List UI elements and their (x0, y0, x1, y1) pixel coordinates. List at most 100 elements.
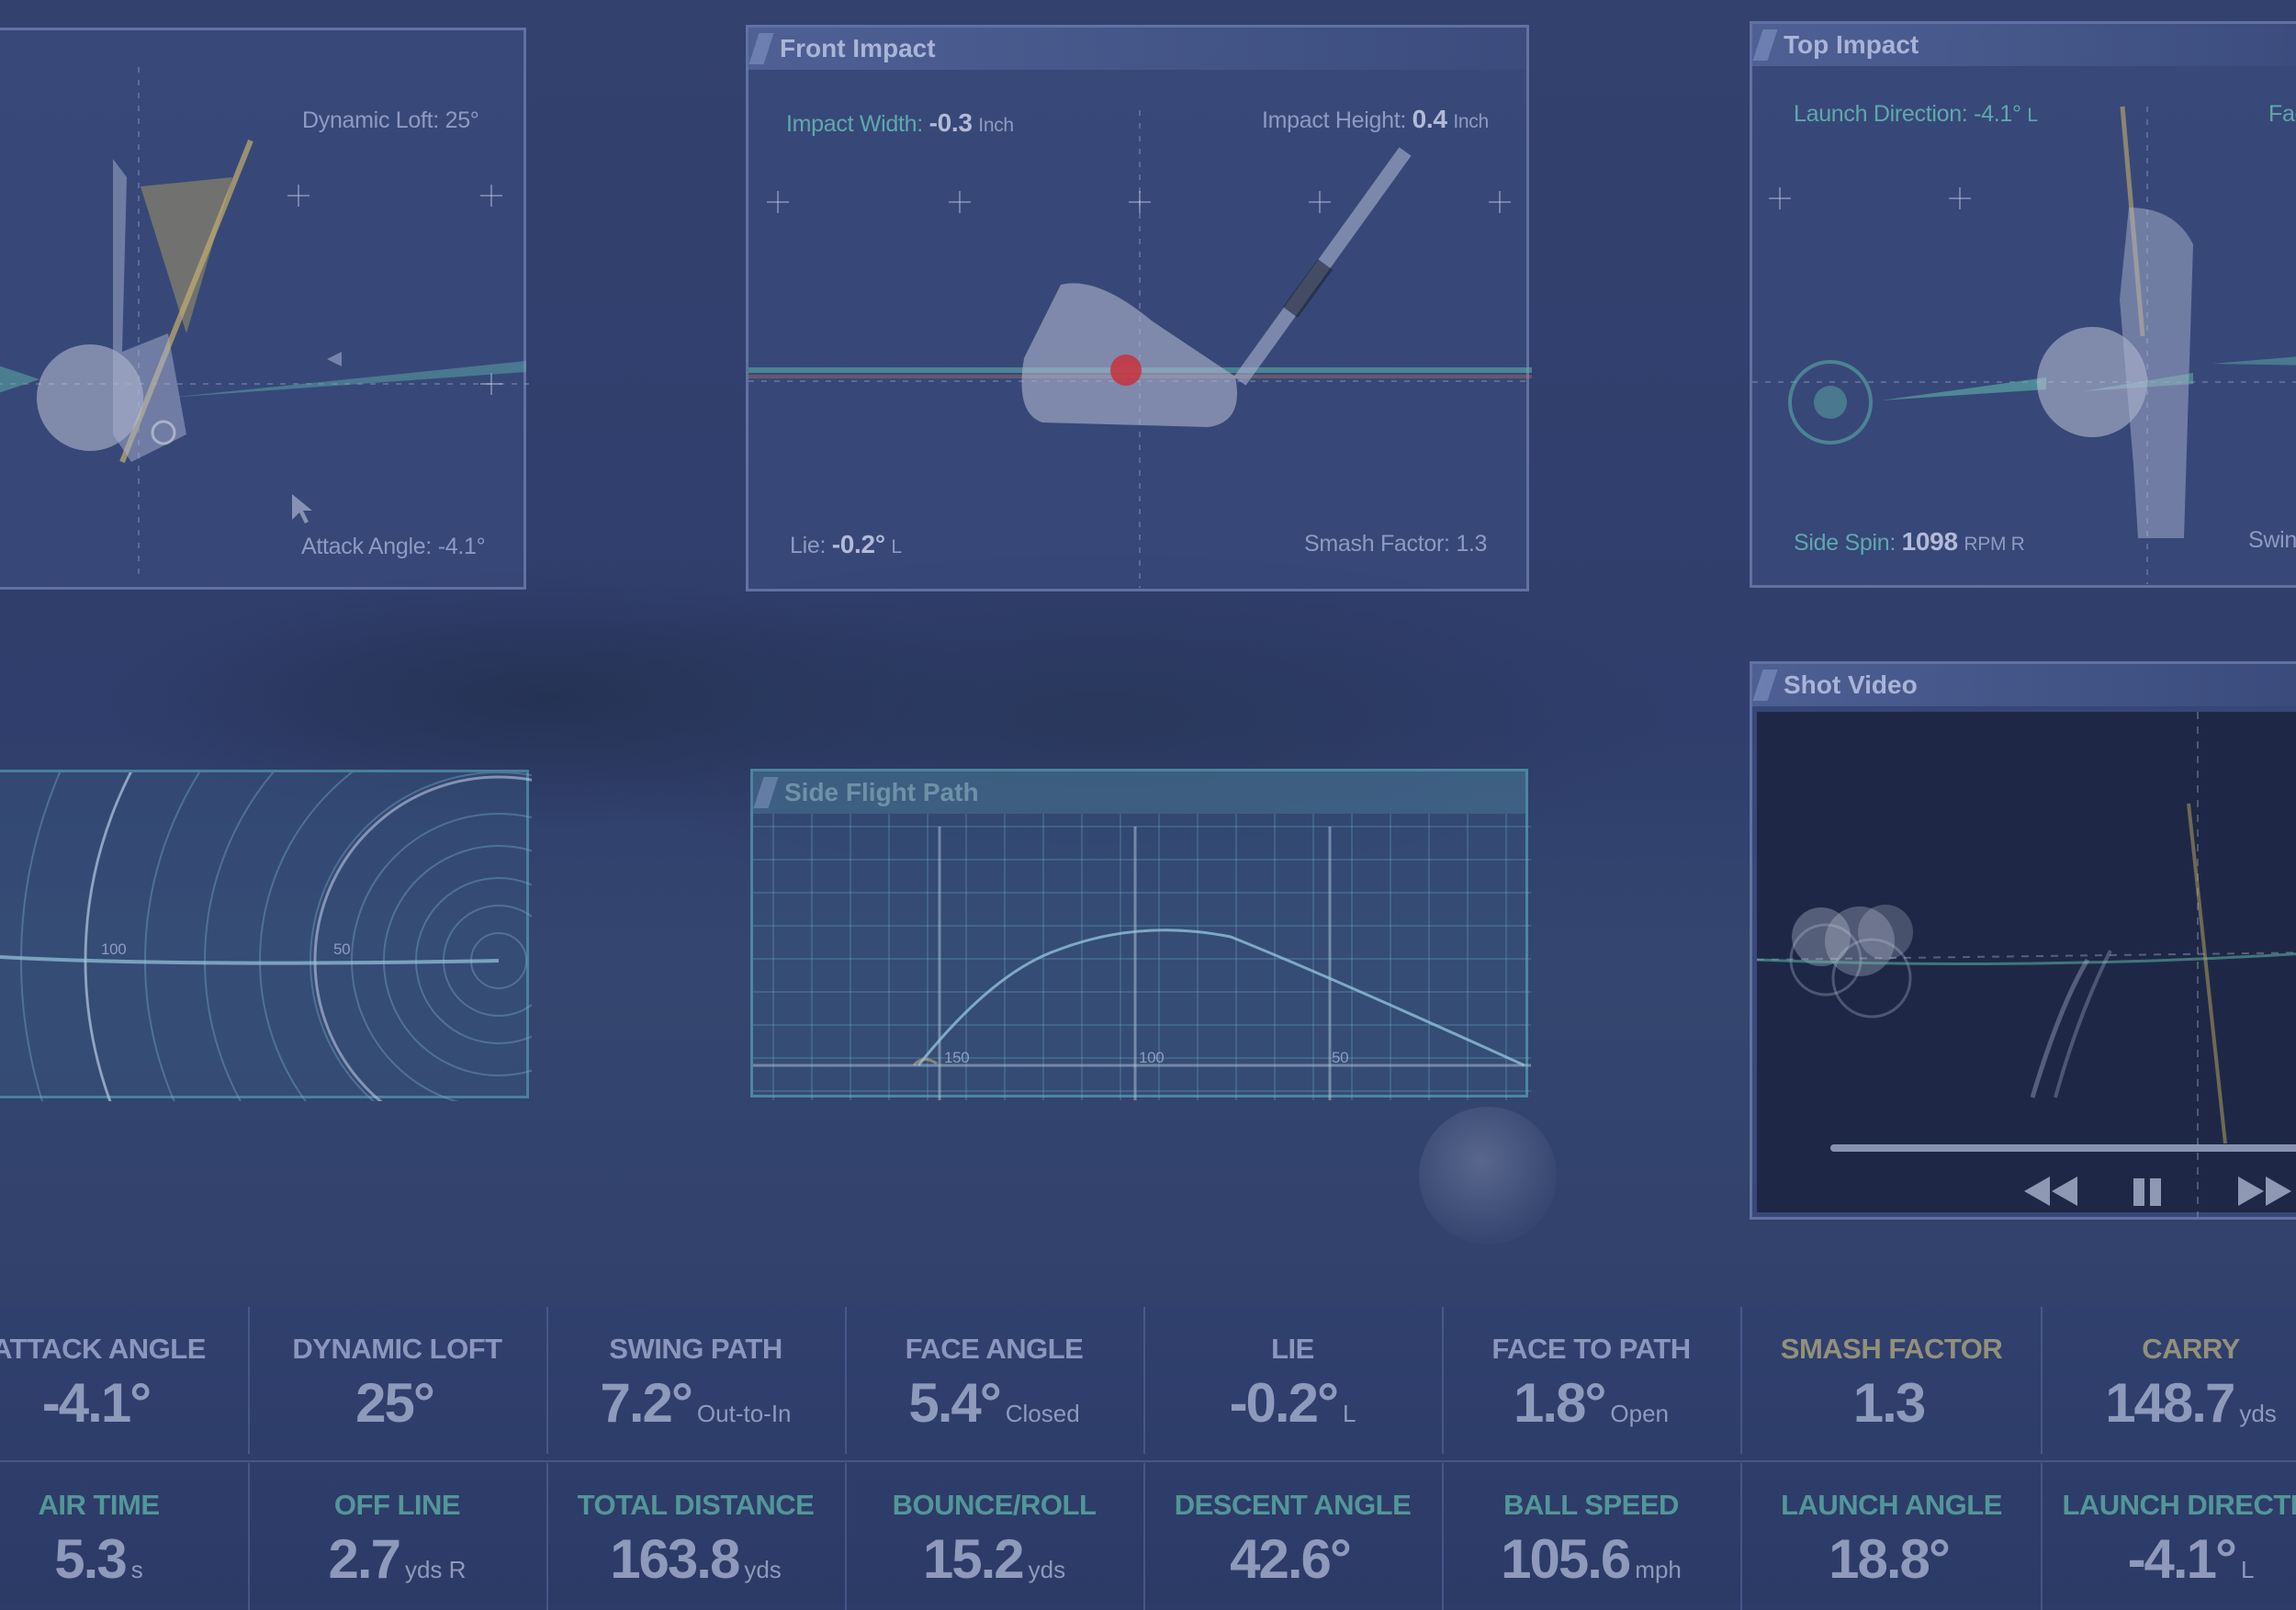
fast-forward-button[interactable] (2236, 1171, 2295, 1211)
rewind-button[interactable] (2020, 1171, 2079, 1211)
stat-label: SMASH FACTOR (1780, 1333, 2003, 1365)
stat-value: -4.1° (2127, 1528, 2237, 1590)
stat-label: LAUNCH ANGLE (1781, 1489, 2002, 1521)
stat-value-group: 7.2° Out-to-In (546, 1371, 845, 1435)
stat-unit: L (2240, 1556, 2255, 1583)
stat-value-group: 5.3 s (0, 1527, 248, 1591)
stat-label: LAUNCH DIRECTIO (2062, 1489, 2296, 1521)
stat-value: 18.8° (1829, 1528, 1951, 1590)
side-spin-unit: RPM R (1964, 534, 2025, 555)
stat-face-to-path: FACE TO PATH 1.8° Open (1442, 1307, 1742, 1454)
impact-width-readout: Impact Width: -0.3 Inch (786, 108, 1014, 138)
stat-unit: yds (2239, 1400, 2277, 1427)
stat-label: FACE ANGLE (905, 1333, 1084, 1365)
stat-value-group: 42.6° (1143, 1527, 1442, 1591)
smash-factor-label: Smash Factor: (1304, 531, 1450, 557)
stat-label: ATTACK ANGLE (0, 1333, 206, 1365)
stat-value: 2.7 (328, 1528, 401, 1590)
pause-button[interactable] (2128, 1171, 2168, 1211)
stat-unit: yds R (404, 1556, 467, 1583)
stat-descent-angle: DESCENT ANGLE 42.6° (1143, 1463, 1444, 1610)
stat-value: 1.3 (1852, 1372, 1926, 1434)
side-spin-label: Side Spin: (1794, 530, 1896, 556)
stat-smash-factor: SMASH FACTOR 1.3 (1742, 1307, 2043, 1454)
stat-value-group: 105.6 mph (1442, 1527, 1740, 1591)
pause-icon (2133, 1178, 2161, 1206)
side-flight-tick-150: 150 (944, 1049, 970, 1066)
stat-value: 42.6° (1230, 1528, 1352, 1590)
stat-unit: L (1342, 1400, 1356, 1427)
stat-label: DESCENT ANGLE (1174, 1489, 1412, 1521)
stat-label: LIE (1271, 1333, 1314, 1365)
attack-angle-label: Attack Angle: (301, 534, 433, 559)
impact-width-label: Impact Width: (786, 111, 923, 137)
top-flight-graphic (0, 772, 532, 1101)
impact-width-unit: Inch (978, 115, 1014, 136)
background-ball (1419, 1107, 1557, 1244)
fast-forward-icon (2238, 1177, 2291, 1206)
stat-total-distance: TOTAL DISTANCE 163.8 yds (546, 1463, 847, 1610)
stat-launch-angle: LAUNCH ANGLE 18.8° (1742, 1463, 2043, 1610)
stat-value: 148.7 (2105, 1372, 2235, 1434)
stat-unit: Closed (1005, 1400, 1080, 1427)
stat-label: BALL SPEED (1503, 1489, 1679, 1521)
stat-value: 105.6 (1501, 1528, 1631, 1590)
stat-label: CARRY (2142, 1333, 2240, 1365)
launch-direction-value: -4.1° (1974, 101, 2021, 127)
stat-label: FACE TO PATH (1491, 1333, 1691, 1365)
stat-value-group: -4.1° (0, 1371, 248, 1435)
stat-unit: Open (1610, 1400, 1669, 1427)
stat-carry: CARRY 148.7 yds (2042, 1307, 2296, 1454)
stat-unit: Out-to-In (696, 1400, 792, 1427)
video-scrub-bar[interactable] (1830, 1144, 2296, 1152)
stat-value: 1.8° (1513, 1372, 1606, 1434)
top-impact-panel: Top Impact Launch Direction: -4.1° L Fac… (1750, 21, 2296, 588)
stat-swing-path: SWING PATH 7.2° Out-to-In (546, 1307, 847, 1454)
stat-value: 163.8 (610, 1528, 740, 1590)
side-impact-panel: Dynamic Loft: 25° Attack Angle: -4.1° (0, 28, 529, 590)
stat-bounce-roll: BOUNCE/ROLL 15.2 yds (845, 1463, 1145, 1610)
stats-row-club: ATTACK ANGLE -4.1° DYNAMIC LOFT 25° SWING PA… (0, 1307, 2296, 1454)
stat-value: 5.3 (54, 1528, 127, 1590)
stat-label: SWING PATH (609, 1333, 782, 1365)
side-spin-value: 1098 (1901, 527, 1958, 556)
side-flight-panel: Side Flight Path 150 100 50 (750, 769, 1531, 1100)
stat-lie: LIE -0.2° L (1143, 1307, 1444, 1454)
stat-launch-directio: LAUNCH DIRECTIO -4.1° L (2042, 1463, 2296, 1610)
swing-label: Swing (2248, 527, 2296, 553)
swing-label-cut: Swing (2248, 527, 2296, 554)
stat-value-group: 15.2 yds (845, 1527, 1143, 1591)
stat-value: 5.4° (908, 1372, 1001, 1434)
stats-bar: ATTACK ANGLE -4.1° DYNAMIC LOFT 25° SWING PA… (0, 1307, 2296, 1610)
shot-video-panel: Shot Video (1750, 661, 2296, 1220)
smash-factor-value: 1.3 (1456, 531, 1488, 557)
stat-face-angle: FACE ANGLE 5.4° Closed (845, 1307, 1145, 1454)
impact-point-marker (1110, 355, 1142, 386)
stat-label: BOUNCE/ROLL (892, 1489, 1097, 1521)
face-label-cut: Fac (2268, 101, 2296, 128)
side-flight-tick-100: 100 (1139, 1049, 1165, 1066)
stat-dynamic-loft: DYNAMIC LOFT 25° (248, 1307, 548, 1454)
shot-video-title: Shot Video (1752, 664, 2296, 706)
ball-trajectory (917, 929, 1525, 1067)
stat-value-group: 25° (248, 1371, 546, 1435)
stat-value-group: 18.8° (1742, 1527, 2041, 1591)
stat-value-group: -4.1° L (2042, 1527, 2296, 1591)
top-flight-panel: 100 50 (0, 770, 532, 1101)
attack-angle-readout: Attack Angle: -4.1° (301, 534, 486, 560)
impact-height-readout: Impact Height: 0.4 Inch (1262, 105, 1489, 134)
impact-width-value: -0.3 (929, 108, 973, 137)
dynamic-loft-value: 25° (445, 107, 479, 133)
stat-label: DYNAMIC LOFT (292, 1333, 502, 1365)
smash-factor-readout: Smash Factor: 1.3 (1304, 531, 1487, 557)
stats-row-ball: AIR TIME 5.3 s OFF LINE 2.7 yds R TOTAL DISTAN… (0, 1463, 2296, 1610)
front-impact-panel: Front Impact Impact Width: -0.3 Inch Imp… (746, 25, 1532, 591)
dynamic-loft-label: Dynamic Loft: (302, 107, 439, 133)
stat-unit: mph (1635, 1556, 1682, 1583)
video-frame[interactable] (1757, 712, 2296, 1217)
impact-height-unit: Inch (1453, 111, 1489, 132)
stat-value-group: -0.2° L (1143, 1371, 1442, 1435)
stat-air-time: AIR TIME 5.3 s (0, 1463, 250, 1610)
video-scrub-progress (1830, 1144, 2296, 1152)
lie-value: -0.2° (831, 530, 885, 558)
